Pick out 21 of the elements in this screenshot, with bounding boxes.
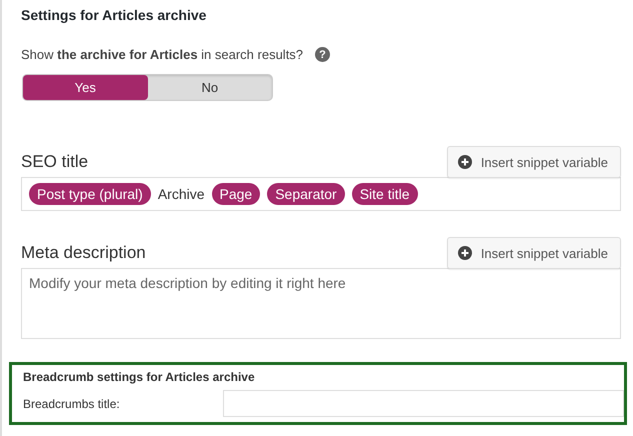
toggle-option[interactable]: Yes (23, 75, 148, 100)
section-heading: Settings for Articles archive (21, 6, 208, 24)
title-text: Archive (158, 186, 205, 202)
toggle-option[interactable]: No (148, 75, 272, 100)
field-label: SEO title (21, 152, 88, 173)
panel-heading: Breadcrumb settings for Articles archive (23, 369, 256, 385)
meta-description-field[interactable]: Modify your meta description by editing it right here (21, 268, 621, 339)
field-label: Breadcrumbs title: (23, 396, 121, 410)
help-icon[interactable]: ? (315, 47, 330, 62)
snippet-variable-tag[interactable]: Page (212, 183, 260, 205)
question-text: Show the archive for Articles in search results? (21, 47, 304, 62)
insert-snippet-button[interactable]: Insert snippet variable (446, 237, 621, 269)
breadcrumbs-title-field[interactable] (223, 390, 624, 417)
snippet-variable-tag[interactable]: Post type (plural) (29, 183, 151, 205)
seo-title-field[interactable]: Post type (plural) Archive Page Separator Site title (21, 177, 621, 211)
insert-snippet-button[interactable]: Insert snippet variable (446, 146, 621, 178)
snippet-variable-tag[interactable]: Site title (352, 183, 418, 205)
plus-icon (458, 155, 472, 169)
field-label: Meta description (21, 243, 146, 264)
snippet-variable-tag[interactable]: Separator (267, 183, 345, 205)
plus-icon (458, 246, 472, 260)
